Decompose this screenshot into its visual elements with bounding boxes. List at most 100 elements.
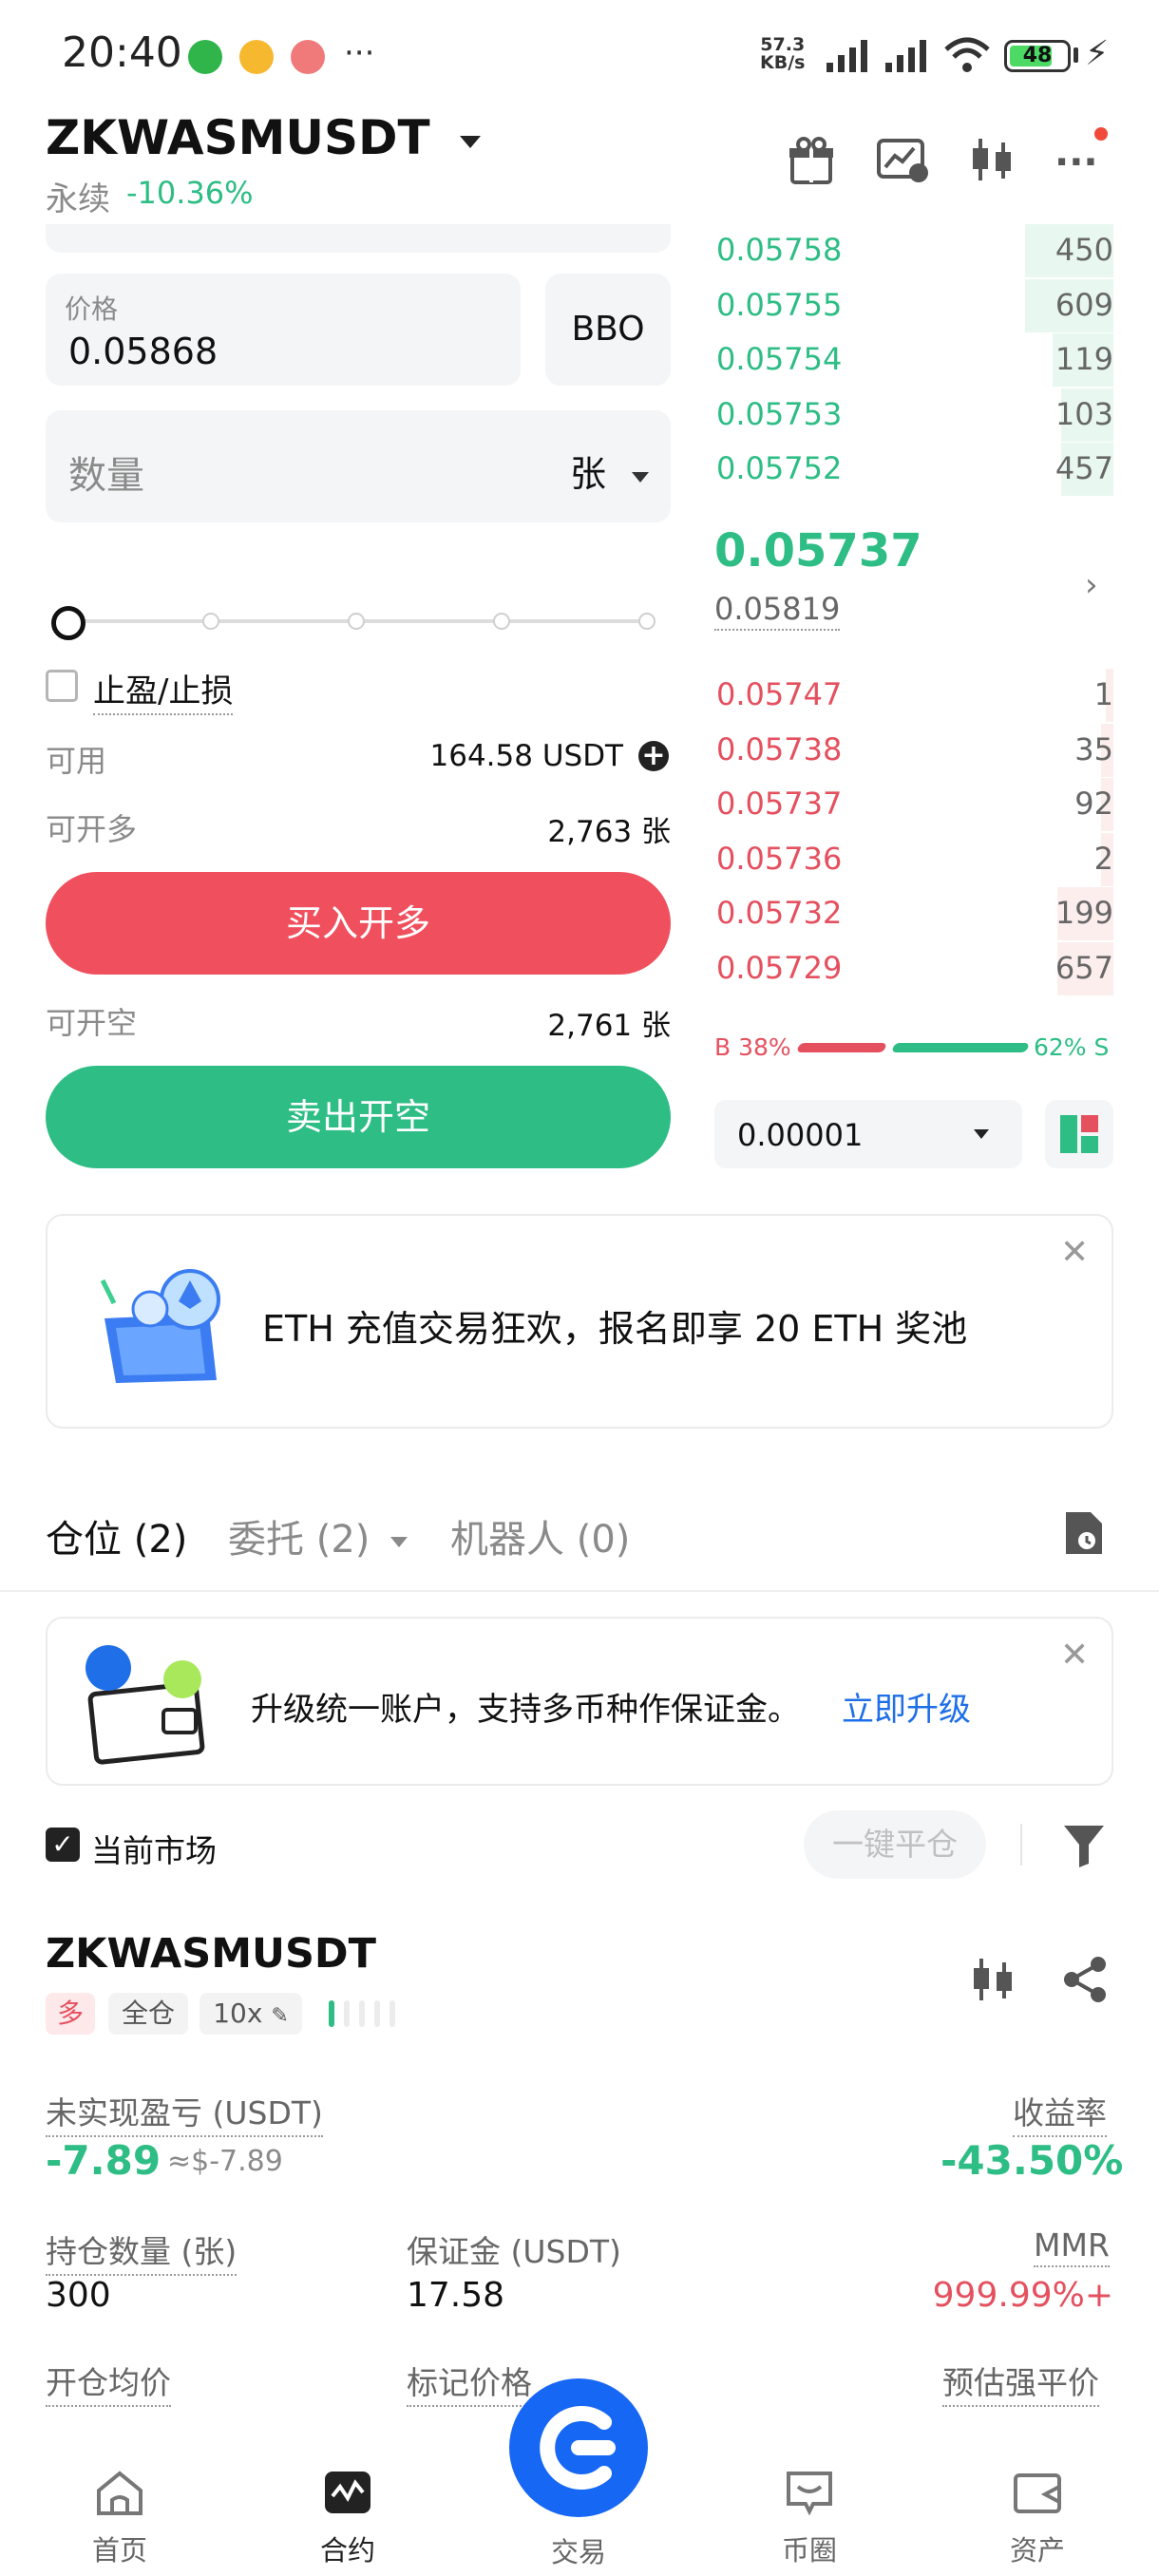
share-icon[interactable] [1062, 1955, 1110, 2008]
price-input[interactable]: 价格 0.05868 [46, 274, 521, 386]
buy-ratio: B 38% [714, 1033, 791, 1061]
bid-quantity: 92 [1074, 786, 1113, 822]
slider-step-100[interactable] [638, 613, 656, 630]
bid-row[interactable]: 0.05736 2 [711, 832, 1113, 886]
wechat-icon [188, 40, 222, 74]
tab-orders[interactable]: 委托 (2) [228, 1508, 408, 1563]
wallet-illustration [86, 1645, 205, 1765]
entry-price-label[interactable]: 开仓均价 [46, 2358, 171, 2407]
bbo-button[interactable]: BBO [545, 274, 671, 386]
chevron-right-icon[interactable]: › [1085, 566, 1098, 604]
symbol-selector[interactable]: ZKWASMUSDT [46, 110, 483, 165]
nav-futures[interactable]: 合约 [272, 2470, 424, 2568]
position-size-label[interactable]: 持仓数量 (张) [46, 2226, 238, 2276]
symbol-name: ZKWASMUSDT [46, 110, 430, 165]
bid-quantity: 657 [1054, 949, 1113, 986]
bid-row[interactable]: 0.05737 92 [711, 778, 1113, 831]
roe-label[interactable]: 收益率 [1013, 2088, 1107, 2137]
order-history-icon[interactable] [1062, 1510, 1104, 1560]
nav-trade-label-wrap[interactable]: 交易 [503, 2530, 655, 2570]
battery-icon: 48 [1004, 40, 1071, 72]
adl-indicator [329, 2000, 334, 2027]
eth-promo-banner[interactable]: ETH 充值交易狂欢，报名即享 20 ETH 奖池 ✕ [46, 1214, 1113, 1429]
tab-positions[interactable]: 仓位 (2) [46, 1508, 187, 1563]
battery-cap [1074, 47, 1078, 63]
price-label: 价格 [65, 294, 119, 325]
ask-quantity: 103 [1054, 395, 1113, 432]
bid-row[interactable]: 0.05729 657 [711, 941, 1113, 995]
contract-type: 永续 [46, 180, 110, 218]
bid-row[interactable]: 0.05747 1 [711, 669, 1113, 722]
price-value: 0.05868 [68, 331, 218, 372]
candlestick-chart-icon[interactable] [969, 1955, 1016, 2008]
tpsl-label[interactable]: 止盈/止损 [93, 665, 234, 715]
liquidation-price-label[interactable]: 预估强平价 [942, 2358, 1099, 2407]
bid-row[interactable]: 0.05732 199 [711, 887, 1113, 940]
slider-step-25[interactable] [202, 613, 219, 630]
adl-indicator [390, 2000, 395, 2027]
ask-row[interactable]: 0.05753 103 [711, 388, 1113, 442]
ask-price: 0.05753 [716, 395, 843, 432]
candlestick-chart-icon[interactable] [967, 135, 1016, 188]
slider-thumb[interactable] [51, 606, 86, 640]
ask-quantity: 450 [1054, 232, 1113, 268]
precision-value: 0.00001 [737, 1117, 864, 1153]
signal-icon [885, 40, 926, 72]
add-funds-icon[interactable]: + [638, 741, 669, 771]
mmr-label[interactable]: MMR [1034, 2226, 1110, 2267]
upgrade-account-banner[interactable]: 升级统一账户，支持多币种作保证金。 立即升级 ✕ [46, 1617, 1113, 1786]
price-alert-icon[interactable] [876, 135, 929, 188]
unrealized-pnl-value: -7.89 [46, 2137, 162, 2184]
adl-indicator [344, 2000, 350, 2027]
leverage-value: 10x [213, 1998, 263, 2029]
gift-icon[interactable] [787, 135, 836, 188]
more-menu-icon[interactable]: ··· [1054, 141, 1098, 184]
community-icon [787, 2472, 832, 2516]
order-type-field[interactable] [46, 224, 671, 253]
nav-trade-label: 交易 [550, 2536, 606, 2568]
unrealized-pnl-label[interactable]: 未实现盈亏 (USDT) [46, 2088, 323, 2137]
sell-ratio: 62% S [1034, 1033, 1110, 1061]
ask-row[interactable]: 0.05755 609 [711, 278, 1113, 332]
upgrade-now-link[interactable]: 立即升级 [842, 1683, 971, 1730]
nav-community[interactable]: 币圈 [733, 2470, 885, 2568]
tpsl-checkbox[interactable] [46, 670, 78, 702]
sell-ratio-bar [891, 1043, 1030, 1052]
sell-short-button[interactable]: 卖出开空 [46, 1066, 671, 1168]
can-long-value: 2,763 张 [547, 815, 671, 849]
quantity-input[interactable]: 数量 张 [46, 410, 671, 522]
ask-row[interactable]: 0.05752 457 [711, 443, 1113, 496]
filter-icon[interactable] [1062, 1822, 1106, 1873]
divider [1020, 1824, 1022, 1866]
current-market-checkbox[interactable]: ✓ [46, 1828, 80, 1862]
ask-row[interactable]: 0.05754 119 [711, 333, 1113, 387]
bid-price: 0.05747 [716, 676, 843, 712]
close-icon[interactable]: ✕ [1060, 1233, 1089, 1272]
close-all-button[interactable]: 一键平仓 [804, 1810, 986, 1879]
nav-assets-label: 资产 [1009, 2534, 1065, 2567]
current-market-label: 当前市场 [91, 1832, 217, 1869]
quantity-unit-select[interactable]: 张 [570, 445, 650, 497]
mark-price: 0.05819 [714, 591, 841, 631]
bid-quantity: 1 [1093, 676, 1113, 712]
nav-home[interactable]: 首页 [44, 2470, 196, 2568]
slider-step-75[interactable] [493, 613, 510, 630]
buy-ratio-bar [796, 1043, 887, 1052]
signal-icon [826, 40, 867, 72]
nav-assets[interactable]: 资产 [961, 2470, 1113, 2568]
ask-row[interactable]: 0.05758 450 [711, 224, 1113, 277]
buy-long-button[interactable]: 买入开多 [46, 872, 671, 975]
trade-button[interactable] [509, 2378, 648, 2517]
eth-promo-text: ETH 充值交易狂欢，报名即享 20 ETH 奖池 [262, 1308, 968, 1350]
position-symbol[interactable]: ZKWASMUSDT [46, 1930, 376, 1978]
available-value: 164.58 USDT [429, 739, 624, 773]
bid-row[interactable]: 0.05738 35 [711, 723, 1113, 777]
leverage-tag[interactable]: 10x ✎ [200, 1993, 302, 2035]
tab-bots[interactable]: 机器人 (0) [450, 1508, 630, 1563]
close-icon[interactable]: ✕ [1060, 1636, 1089, 1675]
orderbook-layout-icon[interactable] [1045, 1100, 1113, 1168]
margin-mode-tag[interactable]: 全仓 [108, 1993, 188, 2035]
slider-step-50[interactable] [348, 613, 365, 630]
position-size-value: 300 [46, 2276, 111, 2315]
precision-select[interactable]: 0.00001 [714, 1100, 1022, 1168]
